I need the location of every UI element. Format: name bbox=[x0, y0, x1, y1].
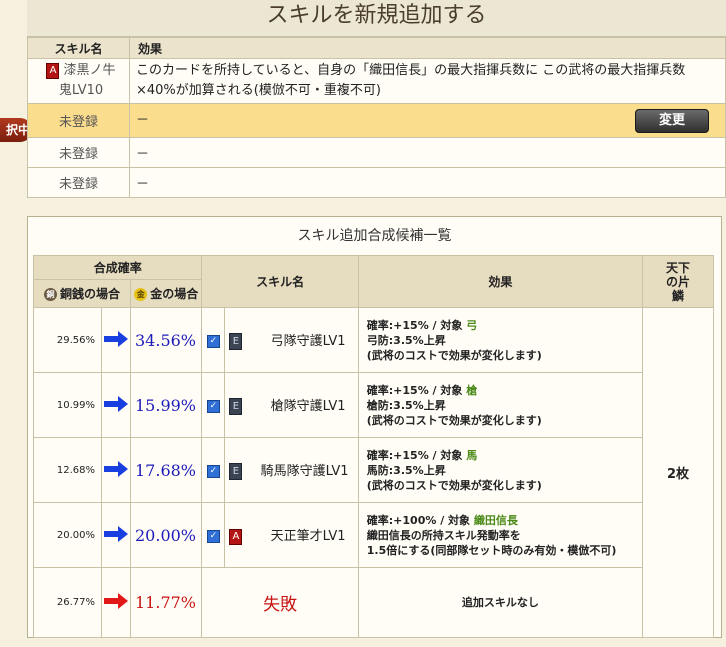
gold-coin-icon: 金 bbox=[134, 288, 148, 301]
slot-effect: － bbox=[129, 137, 726, 168]
copper-rate: 20.00% bbox=[33, 502, 102, 568]
arrow-right-icon bbox=[104, 460, 128, 477]
candidate-skill-name: 騎馬隊守護LV1 bbox=[260, 464, 349, 479]
gold-rate: 34.56% bbox=[129, 307, 203, 373]
slot-name: 未登録 bbox=[27, 167, 130, 198]
copper-rate: 26.77% bbox=[33, 567, 102, 638]
current-skills-table: スキル名 効果 A 漆黒ノ牛 鬼LV10 このカードを所持していると、自身の「織田… bbox=[27, 37, 726, 198]
copper-coin-icon: 銅 bbox=[43, 288, 57, 301]
candidate-effect: 確率:+15% / 対象 馬 馬防:3.5%上昇 (武将のコストで効果が変化しま… bbox=[357, 437, 644, 503]
owned-skill-row: A 漆黒ノ牛 鬼LV10 このカードを所持していると、自身の「織田信長」の最大指揮… bbox=[27, 58, 726, 104]
skill-slot[interactable]: 未登録 － bbox=[27, 137, 726, 168]
copper-rate: 12.68% bbox=[33, 437, 102, 503]
copper-header: 銅銅銭の場合 bbox=[33, 279, 131, 308]
gold-rate: 11.77% bbox=[129, 567, 203, 638]
checkbox-checked-icon[interactable]: ✓ bbox=[206, 530, 220, 543]
slot-effect: － bbox=[136, 112, 150, 128]
candidate-skill-name: 弓隊守護LV1 bbox=[270, 334, 346, 349]
candidate-panel: スキル追加合成候補一覧 合成確率 スキル名 効果 天下の片鱗 銅銅銭の場合 金金… bbox=[27, 216, 722, 638]
owned-skill-name-2: 鬼LV10 bbox=[58, 83, 104, 98]
arrow-right-icon bbox=[104, 593, 128, 609]
page-title: スキルを新規追加する bbox=[266, 3, 487, 28]
arrow-right-icon bbox=[104, 330, 128, 347]
rank-e-badge: E bbox=[229, 333, 243, 350]
change-button[interactable]: 変更 bbox=[635, 108, 709, 133]
candidate-table: 合成確率 スキル名 効果 天下の片鱗 銅銅銭の場合 金金の場合 29.56% 3… bbox=[32, 255, 714, 638]
rank-e-badge: E bbox=[229, 463, 243, 480]
candidate-effect: 確率:+15% / 対象 槍 槍防:3.5%上昇 (武将のコストで効果が変化しま… bbox=[357, 372, 644, 438]
checkbox-checked-icon[interactable]: ✓ bbox=[206, 400, 220, 413]
candidate-effect: 確率:+15% / 対象 弓 弓防:3.5%上昇 (武将のコストで効果が変化しま… bbox=[357, 307, 644, 373]
skill-slot-selected[interactable]: 未登録 － 変更 bbox=[27, 103, 726, 138]
rank-e-badge: E bbox=[229, 398, 243, 415]
skill-name-header: スキル名 bbox=[27, 37, 130, 59]
skill-header: スキル名 bbox=[201, 255, 359, 308]
candidate-panel-title: スキル追加合成候補一覧 bbox=[297, 228, 452, 244]
rate-header: 合成確率 bbox=[32, 255, 203, 280]
copper-rate: 10.99% bbox=[33, 372, 102, 438]
rank-a-badge: A bbox=[46, 62, 60, 79]
candidate-row[interactable]: 12.68% 17.68% ✓ E 騎馬隊守護LV1 確率:+15% / 対象 … bbox=[33, 437, 714, 503]
checkbox-checked-icon[interactable]: ✓ bbox=[206, 465, 220, 478]
fail-row: 26.77% 11.77% 失敗 追加スキルなし bbox=[33, 567, 714, 638]
slot-name: 未登録 bbox=[27, 137, 130, 168]
rank-a-badge: A bbox=[229, 528, 243, 545]
fail-label: 失敗 bbox=[201, 567, 359, 638]
fragment-header: 天下の片鱗 bbox=[642, 255, 714, 308]
gold-rate: 20.00% bbox=[129, 502, 203, 568]
gold-rate: 17.68% bbox=[129, 437, 203, 503]
candidate-row[interactable]: 29.56% 34.56% ✓ E 弓隊守護LV1 確率:+15% / 対象 弓… bbox=[33, 307, 714, 638]
arrow-right-icon bbox=[104, 525, 128, 542]
candidate-effect: 確率:+100% / 対象 織田信長 織田信長の所持スキル発動率を 1.5倍にす… bbox=[357, 502, 644, 568]
owned-skill-name-1: 漆黒ノ牛 bbox=[63, 63, 116, 78]
slot-name: 未登録 bbox=[27, 103, 130, 138]
candidate-row[interactable]: 10.99% 15.99% ✓ E 槍隊守護LV1 確率:+15% / 対象 槍… bbox=[33, 372, 714, 438]
slot-effect: － bbox=[129, 167, 726, 198]
gold-rate: 15.99% bbox=[129, 372, 203, 438]
arrow-right-icon bbox=[104, 395, 128, 412]
page-header: スキルを新規追加する bbox=[27, 0, 726, 37]
candidate-skill-name: 槍隊守護LV1 bbox=[270, 399, 346, 414]
effect-col-header: 効果 bbox=[357, 255, 644, 308]
skill-slot[interactable]: 未登録 － bbox=[27, 167, 726, 198]
gold-header: 金金の場合 bbox=[129, 279, 203, 308]
owned-skill-effect: このカードを所持していると、自身の「織田信長」の最大指揮兵数に この武将の最大指… bbox=[129, 58, 726, 104]
checkbox-checked-icon[interactable]: ✓ bbox=[206, 335, 220, 348]
candidate-row[interactable]: 20.00% 20.00% ✓ A 天正筆才LV1 確率:+100% / 対象 … bbox=[33, 502, 714, 568]
copper-rate: 29.56% bbox=[33, 307, 102, 373]
fragment-count: 2枚 bbox=[642, 307, 714, 638]
fail-effect: 追加スキルなし bbox=[357, 567, 644, 638]
candidate-skill-name: 天正筆才LV1 bbox=[270, 529, 346, 545]
effect-header: 効果 bbox=[129, 37, 726, 59]
